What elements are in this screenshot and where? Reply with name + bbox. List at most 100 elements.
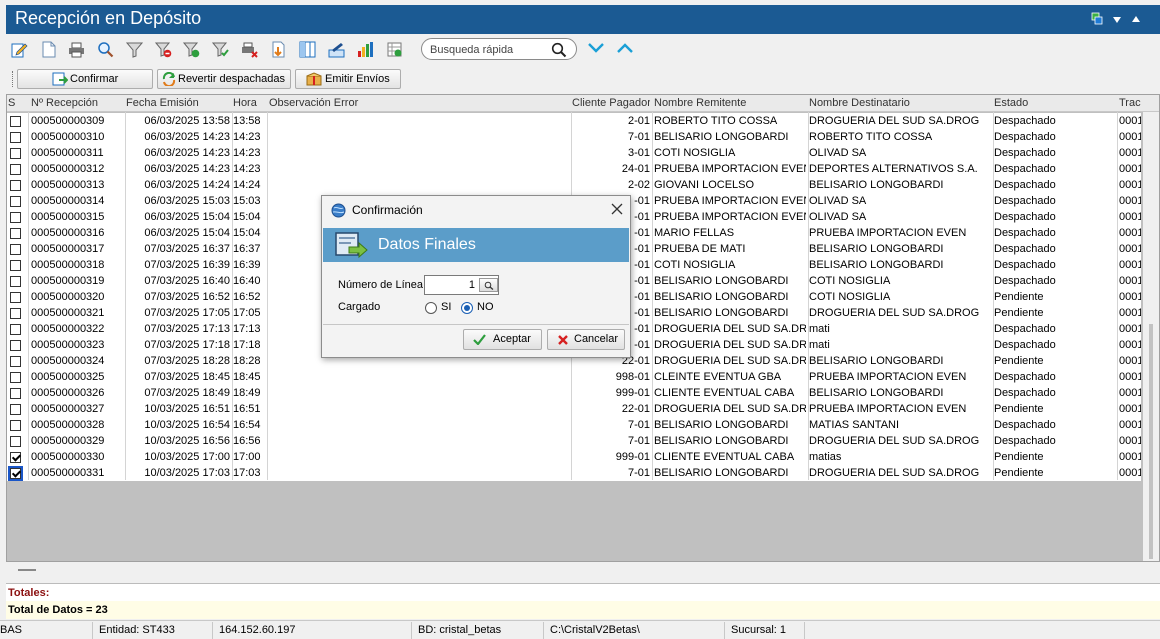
col-header[interactable]: S: [8, 97, 20, 109]
cell-num: 000500000309: [31, 115, 105, 127]
cell-estado: Despachado: [994, 211, 1056, 223]
cell-destinatario: BELISARIO LONGOBARDI: [809, 179, 944, 191]
cell-destinatario: BELISARIO LONGOBARDI: [809, 387, 944, 399]
arrow-down-icon[interactable]: [1111, 12, 1123, 26]
col-header[interactable]: Track: [1119, 97, 1141, 109]
row-select-checkbox[interactable]: [10, 164, 21, 175]
toolbar-grip[interactable]: [12, 71, 14, 87]
cell-estado: Despachado: [994, 259, 1056, 271]
chevron-down-icon[interactable]: [587, 42, 605, 54]
col-header[interactable]: Nombre Destinatario: [809, 97, 991, 109]
col-header[interactable]: Hora: [233, 97, 266, 109]
edit-grid-icon[interactable]: [328, 41, 345, 58]
col-header[interactable]: Fecha Emisión: [126, 97, 230, 109]
search-input[interactable]: [428, 42, 546, 57]
row-select-checkbox[interactable]: [10, 292, 21, 303]
emitir-envios-button[interactable]: Emitir Envíos: [295, 69, 401, 89]
cell-remitente: CLEINTE EVENTUA GBA: [654, 371, 782, 383]
table-row[interactable]: 000500000326 07/03/2025 18:49 18:49 999-01 C…: [7, 385, 1141, 401]
search-icon[interactable]: [551, 42, 567, 58]
row-select-checkbox[interactable]: [10, 404, 21, 415]
row-select-checkbox[interactable]: [8, 466, 23, 481]
cell-num: 000500000331: [31, 467, 105, 479]
row-select-checkbox[interactable]: [10, 356, 21, 367]
numero-linea-input[interactable]: [427, 278, 477, 292]
cargado-si-label[interactable]: SI: [441, 301, 451, 313]
numero-linea-lookup[interactable]: [479, 278, 498, 292]
cargado-si-radio[interactable]: [425, 302, 437, 314]
cargado-no-radio[interactable]: [461, 302, 473, 314]
row-select-checkbox[interactable]: [10, 228, 21, 239]
row-select-checkbox[interactable]: [10, 116, 21, 127]
table-row[interactable]: 000500000329 10/03/2025 16:56 16:56 7-01 BEL…: [7, 433, 1141, 449]
chevron-up-icon[interactable]: [616, 42, 634, 54]
cargado-no-label[interactable]: NO: [477, 301, 494, 313]
table-row[interactable]: 000500000330 10/03/2025 17:00 17:00 999-01 C…: [7, 449, 1141, 465]
filter-icon[interactable]: [125, 41, 144, 58]
filter-apply-icon[interactable]: [211, 41, 229, 58]
col-header[interactable]: Nº Recepción: [31, 97, 123, 109]
vertical-scrollbar[interactable]: [1143, 112, 1159, 561]
row-select-checkbox[interactable]: [10, 148, 21, 159]
cell-track: 0001: [1119, 115, 1141, 127]
row-select-checkbox[interactable]: [10, 196, 21, 207]
col-header[interactable]: Cliente Pagador: [572, 97, 650, 109]
close-icon[interactable]: [610, 202, 624, 216]
print-icon[interactable]: [68, 41, 85, 58]
grid-settings-icon[interactable]: [386, 41, 403, 58]
quick-search-box[interactable]: [421, 38, 577, 60]
cell-remitente: BELISARIO LONGOBARDI: [654, 467, 789, 479]
table-row[interactable]: 000500000312 06/03/2025 14:23 14:23 24-01 PR…: [7, 161, 1141, 177]
new-document-icon[interactable]: [40, 41, 57, 58]
cancelar-button[interactable]: Cancelar: [547, 329, 625, 350]
row-select-checkbox[interactable]: [10, 260, 21, 271]
table-row[interactable]: 000500000328 10/03/2025 16:54 16:54 7-01 BEL…: [7, 417, 1141, 433]
table-row[interactable]: 000500000331 10/03/2025 17:03 17:03 7-01 BEL…: [7, 465, 1141, 481]
search-icon[interactable]: [97, 41, 114, 58]
table-row[interactable]: 000500000325 07/03/2025 18:45 18:45 998-01 C…: [7, 369, 1141, 385]
status-ip: 164.152.60.197: [219, 624, 296, 636]
col-header[interactable]: Observación Error: [269, 97, 569, 109]
scrollbar-thumb[interactable]: [1149, 324, 1153, 559]
numero-linea-field[interactable]: [424, 275, 499, 295]
row-select-checkbox[interactable]: [10, 388, 21, 399]
row-select-checkbox[interactable]: [10, 452, 21, 463]
row-select-checkbox[interactable]: [10, 340, 21, 351]
col-header[interactable]: Estado: [994, 97, 1116, 109]
edit-icon[interactable]: [11, 41, 28, 58]
filter-remove-icon[interactable]: [154, 41, 172, 58]
print-delete-icon[interactable]: [241, 41, 258, 58]
row-select-checkbox[interactable]: [10, 244, 21, 255]
row-select-checkbox[interactable]: [10, 324, 21, 335]
cell-hora: 16:54: [233, 419, 261, 431]
table-row[interactable]: 000500000327 10/03/2025 16:51 16:51 22-01 DR…: [7, 401, 1141, 417]
revertir-button[interactable]: Revertir despachadas: [157, 69, 291, 89]
cell-remitente: BELISARIO LONGOBARDI: [654, 131, 789, 143]
aceptar-button[interactable]: Aceptar: [463, 329, 542, 350]
cell-destinatario: DROGUERIA DEL SUD SA.DROG: [809, 115, 980, 127]
row-select-checkbox[interactable]: [10, 372, 21, 383]
confirmar-button[interactable]: Confirmar: [17, 69, 153, 89]
arrow-up-icon[interactable]: [1130, 12, 1142, 26]
row-select-checkbox[interactable]: [10, 436, 21, 447]
status-app: BAS: [0, 624, 23, 636]
table-row[interactable]: 000500000313 06/03/2025 14:24 14:24 2-02 GIO…: [7, 177, 1141, 193]
row-select-checkbox[interactable]: [10, 420, 21, 431]
bar-chart-icon[interactable]: [357, 41, 374, 58]
row-select-checkbox[interactable]: [10, 180, 21, 191]
panel-splitter[interactable]: [18, 569, 36, 571]
table-row[interactable]: 000500000311 06/03/2025 14:23 14:23 3-01 COT…: [7, 145, 1141, 161]
columns-icon[interactable]: [299, 41, 316, 58]
table-row[interactable]: 000500000310 06/03/2025 14:23 14:23 7-01 BEL…: [7, 129, 1141, 145]
row-select-checkbox[interactable]: [10, 212, 21, 223]
export-icon[interactable]: [270, 41, 287, 58]
row-select-checkbox[interactable]: [10, 308, 21, 319]
row-select-checkbox[interactable]: [10, 276, 21, 287]
table-row[interactable]: 000500000309 06/03/2025 13:58 13:58 2-01 ROB…: [7, 113, 1141, 129]
col-header[interactable]: Nombre Remitente: [654, 97, 806, 109]
row-select-checkbox[interactable]: [10, 132, 21, 143]
cell-estado: Despachado: [994, 275, 1056, 287]
restore-icon[interactable]: [1091, 12, 1103, 26]
filter-green-icon[interactable]: [182, 41, 200, 58]
cell-num: 000500000329: [31, 435, 105, 447]
